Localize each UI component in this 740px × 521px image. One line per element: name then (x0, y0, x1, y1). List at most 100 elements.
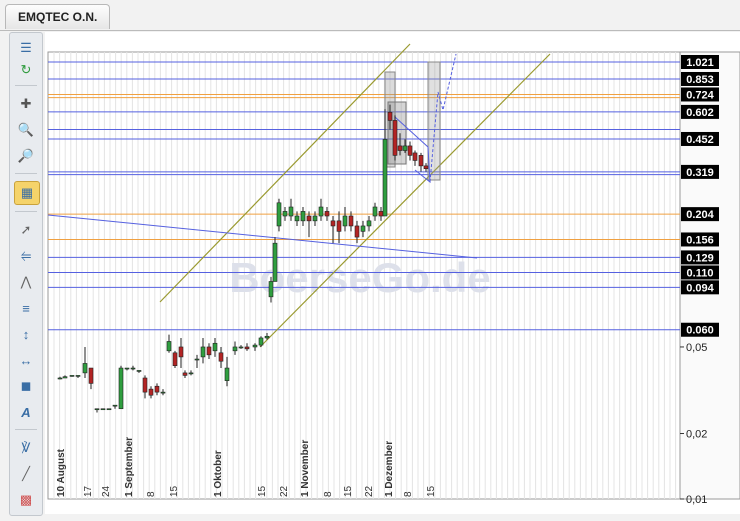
candle (112, 404, 118, 407)
tab-bar: EMQTEC O.N. (0, 0, 740, 31)
ruler-icon[interactable]: ⥢ (14, 245, 38, 267)
candle (238, 346, 244, 349)
candle (136, 370, 142, 372)
candle (212, 342, 218, 352)
candle (200, 346, 206, 358)
zoom-out-icon[interactable]: 🔎 (14, 145, 38, 167)
price-tag-label: 0.319 (686, 167, 714, 179)
x-axis-label: 22 (279, 485, 290, 497)
candle (387, 111, 393, 121)
candle (354, 225, 360, 238)
candle (148, 388, 154, 396)
candle (178, 346, 184, 358)
x-axis-label: 17 (83, 485, 94, 497)
candle (172, 352, 178, 367)
watermark: BoerseGo.de (229, 254, 490, 301)
candle (166, 341, 172, 352)
candle (232, 346, 238, 352)
candle (423, 165, 429, 169)
candle (336, 220, 342, 232)
price-tag-label: 0.204 (686, 209, 714, 221)
candle (288, 206, 294, 217)
rectangle-icon[interactable]: ◼ (14, 375, 38, 397)
candle (276, 202, 282, 227)
candle (318, 206, 324, 217)
candle (300, 211, 306, 222)
candle (282, 211, 288, 217)
candle (188, 372, 194, 375)
candle (272, 242, 278, 282)
price-tag-label: 0.156 (686, 234, 714, 246)
candle (244, 346, 250, 350)
candle (418, 155, 424, 167)
crosshair-icon[interactable]: ✚ (14, 93, 38, 115)
chart-area[interactable]: BoerseGo.de 1.021 0.853 0.724 0.602 0.452 0.3… (45, 32, 740, 514)
drawing-toolbar: ☰ ↻ ✚ 🔍 🔎 ▦ ➚ ⥢ ⋀ ≡ ↕ ↔ ◼ A ℣ ╱ ▩ (9, 32, 43, 516)
candle (392, 120, 398, 156)
polyline-icon[interactable]: ⋀ (14, 271, 38, 293)
price-tag-label: 0.129 (686, 252, 714, 264)
x-axis-label: 15 (169, 485, 180, 497)
candle (142, 377, 148, 393)
zoom-in-icon[interactable]: 🔍 (14, 119, 38, 141)
candle (100, 408, 106, 411)
candle (75, 375, 81, 377)
price-tag-label: 0.853 (686, 74, 714, 86)
price-tag-label: 0.060 (686, 325, 714, 337)
range-box (427, 61, 441, 181)
price-tag-label: 0.110 (687, 267, 714, 279)
horizontal-line-icon[interactable]: ↔ (14, 349, 38, 371)
candle (366, 220, 372, 227)
vertical-line-icon[interactable]: ↕ (14, 323, 38, 345)
text-icon[interactable]: A (14, 401, 38, 423)
grip-icon[interactable]: ☰ (14, 37, 38, 59)
candle (382, 139, 388, 217)
candle (306, 215, 312, 222)
x-axis-label: 8 (323, 491, 334, 497)
candle (106, 408, 112, 411)
candle (264, 335, 270, 339)
candle (330, 220, 336, 227)
fibonacci-icon[interactable]: ≡ (14, 297, 38, 319)
price-tag-label: 1.021 (686, 57, 714, 69)
candle (88, 367, 94, 384)
candle (160, 391, 166, 394)
candle (224, 367, 230, 381)
candle (378, 211, 384, 217)
candle (130, 367, 136, 370)
x-axis-label: 22 (364, 485, 375, 497)
candle (206, 346, 212, 356)
candle (348, 215, 354, 227)
candle (294, 215, 300, 222)
candle (57, 377, 63, 380)
candle (218, 352, 224, 362)
candle (252, 344, 258, 348)
x-axis-label: 24 (101, 485, 112, 497)
x-axis-label: 1 Dezember (384, 441, 395, 497)
candle (268, 281, 274, 298)
price-chart[interactable]: BoerseGo.de 1.021 0.853 0.724 0.602 0.452 0.3… (45, 32, 740, 514)
candle (124, 367, 130, 370)
candle (182, 372, 188, 376)
line-icon[interactable]: ╱ (14, 463, 38, 485)
x-axis-label: 15 (426, 485, 437, 497)
candle (324, 211, 330, 217)
price-tag-label: 0.724 (686, 89, 714, 101)
pitchfork-icon[interactable]: ℣ (14, 437, 38, 459)
color-palette-icon[interactable]: ▩ (14, 489, 38, 511)
tab-emqtec[interactable]: EMQTEC O.N. (5, 4, 111, 29)
candle (258, 337, 264, 346)
candle (372, 206, 378, 217)
candle (62, 376, 68, 379)
x-axis-label: 15 (343, 485, 354, 497)
price-tag-label: 0.452 (686, 134, 714, 146)
trendline-icon[interactable]: ➚ (14, 219, 38, 241)
candle (154, 385, 160, 393)
axis-tick-label: 0,01 (686, 494, 707, 506)
x-axis-label: 15 (257, 485, 268, 497)
chart-settings-icon[interactable]: ▦ (14, 181, 40, 205)
candle (82, 363, 88, 374)
axis-tick-label: 0,05 (686, 342, 707, 354)
refresh-icon[interactable]: ↻ (14, 59, 38, 81)
x-axis-label: 8 (403, 491, 414, 497)
